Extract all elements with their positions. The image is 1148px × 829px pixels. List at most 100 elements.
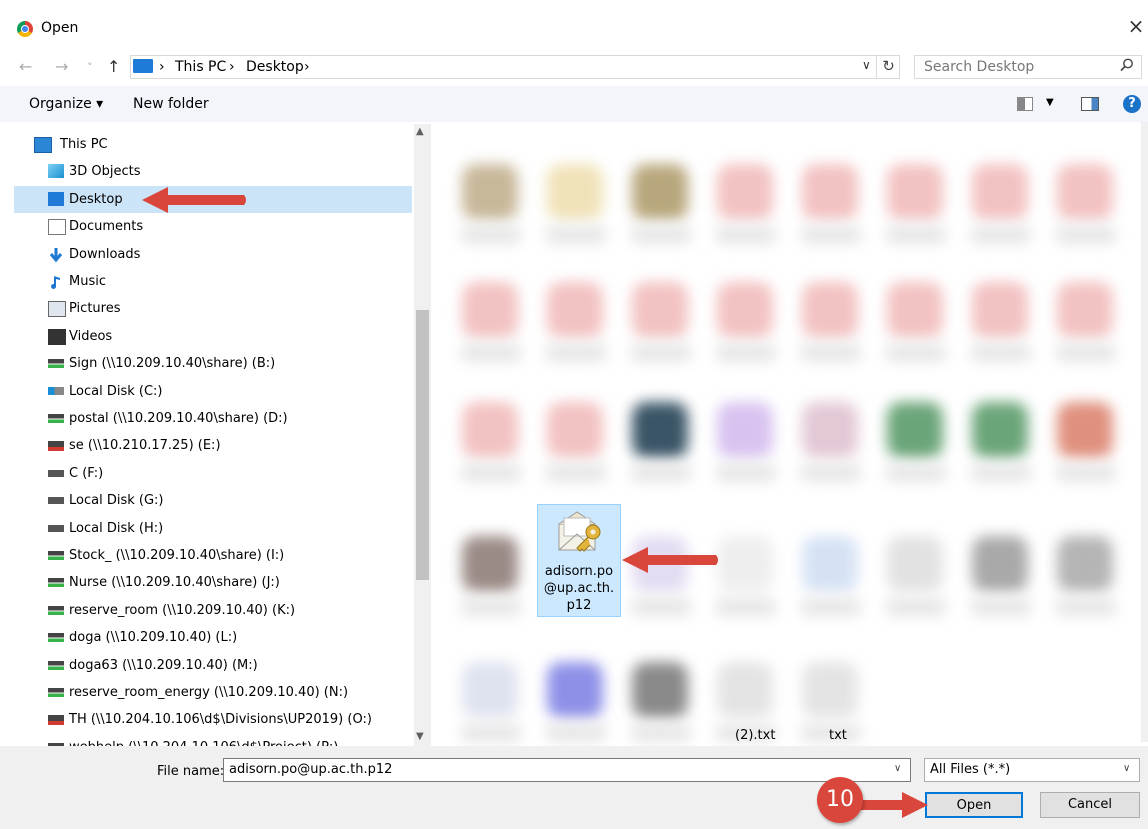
file-list[interactable] [444, 122, 1141, 742]
sidebar-item-videos[interactable]: Videos [14, 323, 412, 350]
new-folder-button[interactable]: New folder [133, 96, 209, 112]
blurred-file-thumbnail[interactable] [1057, 402, 1113, 458]
sidebar-item-postal[interactable]: postal (\\10.209.10.40\share) (D:) [14, 405, 412, 432]
sidebar-item-reserveroom[interactable]: reserve_room (\\10.209.10.40) (K:) [14, 597, 412, 624]
file-type-select[interactable]: All Files (*.*) [924, 758, 1140, 782]
sidebar-item-label: Local Disk (C:) [69, 383, 163, 399]
blurred-file-thumbnail[interactable] [462, 282, 518, 338]
blurred-file-thumbnail[interactable] [717, 164, 773, 220]
sidebar-item-se[interactable]: se (\\10.210.17.25) (E:) [14, 432, 412, 459]
blurred-file-thumbnail[interactable] [462, 662, 518, 718]
sidebar-item-3d[interactable]: 3D Objects [14, 158, 412, 185]
blurred-file-thumbnail[interactable] [717, 402, 773, 458]
blurred-file-thumbnail[interactable] [462, 164, 518, 220]
sidebar-item-c[interactable]: C (F:) [14, 460, 412, 487]
blurred-file-thumbnail[interactable] [462, 402, 518, 458]
pc-icon [34, 137, 52, 153]
blurred-file-thumbnail[interactable] [887, 282, 943, 338]
view-dropdown-icon[interactable]: ▼ [1046, 97, 1054, 108]
refresh-icon[interactable]: ↻ [876, 55, 900, 79]
blurred-file-thumbnail[interactable] [887, 402, 943, 458]
blurred-file-thumbnail[interactable] [802, 536, 858, 592]
blurred-file-thumbnail[interactable] [802, 662, 858, 718]
blurred-file-thumbnail[interactable] [887, 164, 943, 220]
blurred-file-thumbnail[interactable] [632, 282, 688, 338]
files-scrollbar[interactable] [1141, 122, 1148, 742]
scroll-up-icon[interactable]: ▲ [416, 126, 424, 137]
blurred-file-thumbnail[interactable] [802, 402, 858, 458]
breadcrumb-desktop[interactable]: Desktop [246, 59, 304, 75]
sidebar-item-local[interactable]: Local Disk (C:) [14, 378, 412, 405]
help-icon[interactable]: ? [1123, 95, 1141, 113]
blurred-file-thumbnail[interactable] [717, 662, 773, 718]
sidebar-item-music[interactable]: Music [14, 268, 412, 295]
sidebar-item-doga[interactable]: doga (\\10.209.10.40) (L:) [14, 624, 412, 651]
forward-arrow-icon[interactable]: → [55, 57, 68, 76]
blurred-file-thumbnail[interactable] [632, 662, 688, 718]
organize-button[interactable]: Organize ▾ [29, 96, 103, 112]
blurred-file-thumbnail[interactable] [547, 282, 603, 338]
blurred-file-thumbnail[interactable] [972, 402, 1028, 458]
sidebar-item-this[interactable]: This PC [14, 131, 412, 158]
sidebar-item-th[interactable]: TH (\\10.204.10.106\d$\Divisions\UP2019)… [14, 706, 412, 733]
file-name-input[interactable]: adisorn.po@up.ac.th.p12 [223, 758, 911, 782]
sidebar-item-label: reserve_room_energy (\\10.209.10.40) (N:… [69, 685, 349, 700]
blurred-file-thumbnail[interactable] [632, 164, 688, 220]
sidebar-item-doga63[interactable]: doga63 (\\10.209.10.40) (M:) [14, 652, 412, 679]
up-arrow-icon[interactable]: ↑ [107, 57, 120, 76]
blurred-file-thumbnail[interactable] [972, 536, 1028, 592]
breadcrumb-separator[interactable]: › [304, 59, 310, 75]
blurred-file-thumbnail[interactable] [802, 282, 858, 338]
open-button[interactable]: Open [925, 792, 1023, 818]
sidebar-item-stock[interactable]: Stock_ (\\10.209.10.40\share) (I:) [14, 542, 412, 569]
blurred-file-thumbnail[interactable] [1057, 536, 1113, 592]
blurred-file-thumbnail[interactable] [1057, 164, 1113, 220]
breadcrumb-this-pc[interactable]: This PC [175, 59, 226, 75]
blurred-file-thumbnail[interactable] [972, 282, 1028, 338]
sidebar-item-local[interactable]: Local Disk (H:) [14, 515, 412, 542]
breadcrumb-separator[interactable]: › [229, 59, 235, 75]
sidebar-item-local[interactable]: Local Disk (G:) [14, 487, 412, 514]
pc-icon [133, 59, 153, 73]
search-icon[interactable] [1120, 58, 1134, 76]
chevron-down-icon[interactable]: ∨ [894, 763, 901, 774]
chevron-down-icon[interactable]: ∨ [862, 58, 871, 72]
blurred-file-thumbnail[interactable] [547, 662, 603, 718]
scroll-down-icon[interactable]: ▼ [416, 731, 424, 742]
breadcrumb-separator[interactable]: › [159, 59, 165, 75]
recent-locations-icon[interactable]: ˅ [87, 61, 93, 74]
change-view-icon[interactable] [1017, 97, 1033, 111]
blurred-file-thumbnail[interactable] [717, 282, 773, 338]
annotation-arrow-open [860, 792, 928, 818]
chevron-down-icon[interactable]: ∨ [1123, 763, 1130, 774]
blurred-file-caption [885, 464, 947, 482]
blurred-file-thumbnail[interactable] [462, 536, 518, 592]
cancel-button[interactable]: Cancel [1040, 792, 1140, 818]
close-icon[interactable]: × [1125, 14, 1147, 38]
sidebar-item-webhelp[interactable]: webhelp (\\10.204.10.106\d$\Project) (P:… [14, 734, 412, 746]
sidebar-item-sign[interactable]: Sign (\\10.209.10.40\share) (B:) [14, 350, 412, 377]
back-arrow-icon[interactable]: ← [19, 57, 32, 76]
file-label-partial[interactable]: txt [829, 728, 847, 743]
blurred-file-thumbnail[interactable] [547, 402, 603, 458]
sidebar-item-documents[interactable]: Documents [14, 213, 412, 240]
file-label-partial[interactable]: (2).txt [735, 728, 775, 743]
blurred-file-thumbnail[interactable] [972, 164, 1028, 220]
sidebar-item-reserveroomenergy[interactable]: reserve_room_energy (\\10.209.10.40) (N:… [14, 679, 412, 706]
blurred-file-caption [460, 344, 522, 362]
sidebar-item-nurse[interactable]: Nurse (\\10.209.10.40\share) (J:) [14, 569, 412, 596]
certificate-key-icon [555, 510, 605, 558]
blurred-file-thumbnail[interactable] [802, 164, 858, 220]
selected-file-name: adisorn.po @up.ac.th. p12 [539, 563, 619, 614]
nav-scrollbar-thumb[interactable] [416, 310, 429, 580]
preview-pane-icon[interactable] [1081, 97, 1099, 111]
search-input[interactable]: Search Desktop [914, 55, 1142, 79]
blurred-file-thumbnail[interactable] [547, 164, 603, 220]
sidebar-item-downloads[interactable]: Downloads [14, 241, 412, 268]
blurred-file-thumbnail[interactable] [887, 536, 943, 592]
blurred-file-thumbnail[interactable] [1057, 282, 1113, 338]
sidebar-item-pictures[interactable]: Pictures [14, 295, 412, 322]
blurred-file-caption [460, 226, 522, 244]
blurred-file-thumbnail[interactable] [717, 536, 773, 592]
blurred-file-thumbnail[interactable] [632, 402, 688, 458]
